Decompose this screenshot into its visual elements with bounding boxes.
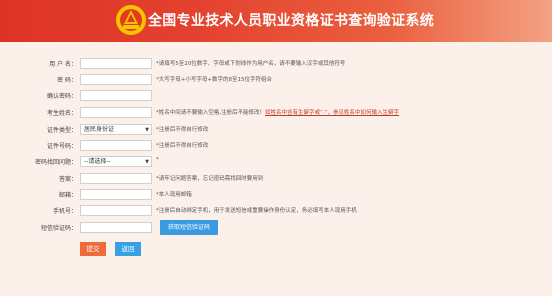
- chevron-down-icon: ▼: [145, 127, 149, 133]
- row-email: 邮箱： *本人现用邮箱: [0, 189, 552, 202]
- security-question-hint: *: [156, 157, 159, 163]
- row-username: 用 户 名： *请填写5至20位数字、字母或下划线作为用户名，请不要输入汉字或其…: [0, 58, 552, 71]
- email-hint: *本人现用邮箱: [156, 192, 192, 198]
- answer-input[interactable]: [80, 173, 152, 184]
- id-type-selected: 居民身份证: [84, 126, 115, 133]
- row-password: 密 码： *大写字母+小写字母+数字的8至15位字符组合: [0, 74, 552, 87]
- registration-form: 用 户 名： *请填写5至20位数字、字母或下划线作为用户名，请不要输入汉字或其…: [0, 42, 552, 296]
- security-question-selected: --请选择--: [84, 158, 111, 165]
- id-number-label: 证件号码：: [46, 143, 77, 150]
- id-number-hint: *注册后不得自行修改: [156, 143, 209, 149]
- name-label: 考生姓名：: [46, 110, 77, 117]
- security-question-select[interactable]: --请选择-- ▼: [80, 156, 152, 167]
- row-confirm-password: 确认密码：: [0, 90, 552, 103]
- phone-label: 手机号：: [52, 208, 77, 215]
- name-input[interactable]: [80, 107, 152, 118]
- answer-hint: *请牢记问题答案，忘记密码需找回时要用到: [156, 176, 264, 182]
- username-label: 用 户 名：: [49, 61, 77, 68]
- email-label: 邮箱：: [58, 192, 77, 199]
- row-answer: 答案： *请牢记问题答案，忘记密码需找回时要用到: [0, 173, 552, 186]
- email-input[interactable]: [80, 189, 152, 200]
- back-button[interactable]: 返回: [115, 242, 141, 256]
- page-title: 全国专业技术人员职业资格证书查询验证系统: [148, 13, 434, 29]
- username-hint: *请填写5至20位数字、字母或下划线作为用户名，请不要输入汉字或其他符号: [156, 61, 346, 67]
- id-type-select[interactable]: 居民身份证 ▼: [80, 124, 152, 135]
- row-phone: 手机号： *注册后自动绑定手机，用于发送短信或重要操作身份认定，务必填写本人现用…: [0, 205, 552, 218]
- phone-input[interactable]: [80, 205, 152, 216]
- id-type-hint: *注册后不得自行修改: [156, 127, 209, 133]
- get-sms-code-button[interactable]: 获取短信验证码: [160, 220, 218, 235]
- id-number-input[interactable]: [80, 140, 152, 151]
- row-name: 考生姓名： *姓名中间请不要输入空格,注册后不能修改！如姓名中含有生僻字或“·”…: [0, 107, 552, 120]
- confirm-password-input[interactable]: [80, 90, 152, 101]
- name-hint: *姓名中间请不要输入空格,注册后不能修改！如姓名中含有生僻字或“·”，参见姓名中…: [156, 110, 399, 116]
- security-question-label: 密码找回问题：: [34, 159, 77, 166]
- phone-hint: *注册后自动绑定手机，用于发送短信或重要操作身份认定，务必填写本人现用手机: [156, 208, 357, 214]
- row-sms-code: 短信验证码： 获取短信验证码: [0, 220, 552, 235]
- sms-code-label: 短信验证码：: [40, 225, 77, 232]
- chevron-down-icon: ▼: [145, 159, 149, 165]
- confirm-password-label: 确认密码：: [46, 93, 77, 100]
- sms-code-input[interactable]: [80, 222, 152, 233]
- site-header: 全国专业技术人员职业资格证书查询验证系统: [0, 0, 552, 42]
- pta-logo-icon: [116, 5, 146, 35]
- rare-char-help-link[interactable]: 如姓名中含有生僻字或“·”，参见姓名中如何输入生僻字: [265, 110, 399, 116]
- password-input[interactable]: [80, 74, 152, 85]
- id-type-label: 证件类型：: [46, 127, 77, 134]
- submit-button[interactable]: 提交: [80, 242, 106, 256]
- username-input[interactable]: [80, 58, 152, 69]
- row-security-question: 密码找回问题： --请选择-- ▼ *: [0, 156, 552, 169]
- password-label: 密 码：: [57, 77, 77, 84]
- row-id-type: 证件类型： 居民身份证 ▼ *注册后不得自行修改: [0, 124, 552, 137]
- password-hint: *大写字母+小写字母+数字的8至15位字符组合: [156, 77, 272, 83]
- row-id-number: 证件号码： *注册后不得自行修改: [0, 140, 552, 153]
- answer-label: 答案：: [58, 176, 77, 183]
